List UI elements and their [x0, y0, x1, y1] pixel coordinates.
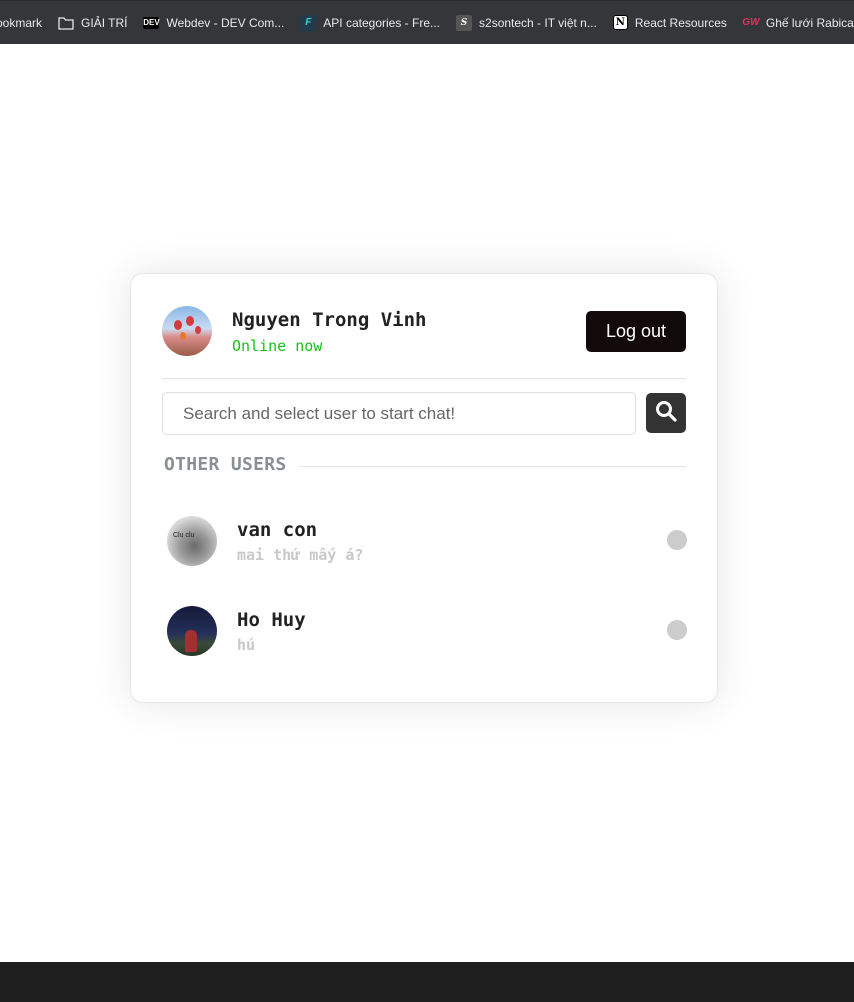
last-message: hú	[237, 636, 256, 654]
api-icon: F	[300, 14, 317, 31]
gw-icon: GW	[742, 17, 760, 28]
profile-header: Nguyen Trong Vinh Online now Log out	[162, 306, 686, 379]
logout-button[interactable]: Log out	[586, 311, 686, 352]
bookmark-label: API categories - Fre...	[323, 15, 441, 30]
dev-icon: DEV	[143, 16, 160, 29]
bookmark-item[interactable]: ookmark	[0, 1, 42, 44]
bookmark-react-resources[interactable]: N React Resources	[612, 1, 727, 44]
bookmark-label: Webdev - DEV Com...	[166, 15, 285, 30]
search-input[interactable]	[162, 392, 636, 435]
bookmark-ghe-luoi-rabica[interactable]: GW Ghế lưới Rabica - C	[742, 1, 854, 44]
avatar	[162, 306, 212, 356]
other-users-heading: OTHER USERS	[164, 452, 686, 476]
user-name: van con	[237, 519, 318, 541]
taskbar	[0, 962, 854, 1002]
user-item-van-con[interactable]: Clu clu van con mai thứ mấy á?	[167, 516, 687, 566]
bookmark-label: React Resources	[634, 15, 727, 30]
status-dot-icon	[667, 620, 687, 640]
chat-users-card: Nguyen Trong Vinh Online now Log out OTH…	[130, 273, 718, 703]
notion-icon: N	[612, 15, 628, 30]
last-message: mai thứ mấy á?	[237, 546, 364, 564]
online-status: Online now	[232, 337, 323, 355]
bookmark-label: ookmark	[0, 15, 43, 30]
user-item-ho-huy[interactable]: Ho Huy hú	[167, 606, 687, 656]
search-icon	[655, 400, 677, 427]
bookmark-label: GIẢI TRÍ	[81, 15, 128, 30]
user-name: Ho Huy	[237, 609, 306, 631]
profile-name: Nguyen Trong Vinh	[232, 309, 427, 331]
divider	[298, 465, 686, 467]
folder-icon	[58, 15, 74, 31]
search-bar	[162, 392, 686, 435]
bookmark-s2sontech[interactable]: S s2sontech - IT việt n...	[456, 1, 597, 44]
status-dot-icon	[667, 530, 687, 550]
avatar-caption: Clu clu	[173, 532, 195, 539]
bookmark-label: Ghế lưới Rabica - C	[765, 15, 854, 30]
section-title: OTHER USERS	[164, 453, 287, 475]
avatar: Clu clu	[167, 516, 217, 566]
bookmark-folder-giai-tri[interactable]: GIẢI TRÍ	[58, 1, 127, 44]
search-button[interactable]	[646, 393, 686, 433]
bookmark-webdev[interactable]: DEV Webdev - DEV Com...	[143, 1, 284, 44]
avatar	[167, 606, 217, 656]
bookmark-label: s2sontech - IT việt n...	[479, 15, 597, 30]
bookmark-api-categories[interactable]: F API categories - Fre...	[300, 1, 440, 44]
s2sontech-icon: S	[456, 14, 473, 31]
bookmarks-bar: ookmark GIẢI TRÍ DEV Webdev - DEV Com...…	[0, 0, 854, 44]
